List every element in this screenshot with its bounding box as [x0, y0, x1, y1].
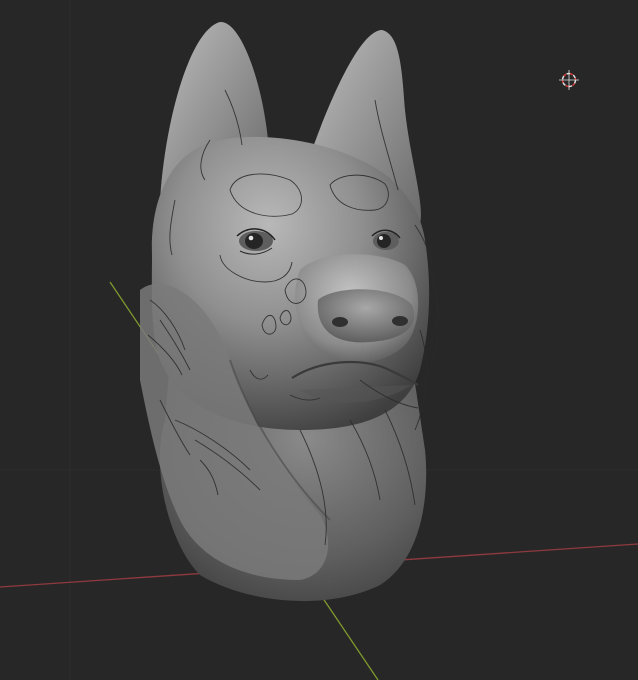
3d-viewport[interactable]	[0, 0, 638, 680]
viewport-canvas[interactable]	[0, 0, 638, 680]
dog-head-sculpt[interactable]	[140, 21, 440, 602]
nose-mesh	[317, 289, 415, 343]
3d-cursor-icon[interactable]	[559, 70, 579, 90]
